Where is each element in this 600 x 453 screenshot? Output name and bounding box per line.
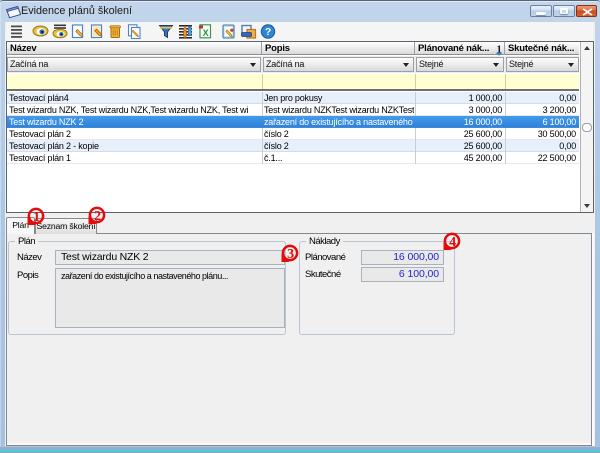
svg-text:X: X xyxy=(203,28,209,38)
svg-text:1: 1 xyxy=(33,210,40,225)
svg-text:2: 2 xyxy=(94,209,101,224)
svg-text:4: 4 xyxy=(449,235,456,250)
svg-text:3: 3 xyxy=(287,247,294,262)
svg-text:?: ? xyxy=(265,26,271,38)
